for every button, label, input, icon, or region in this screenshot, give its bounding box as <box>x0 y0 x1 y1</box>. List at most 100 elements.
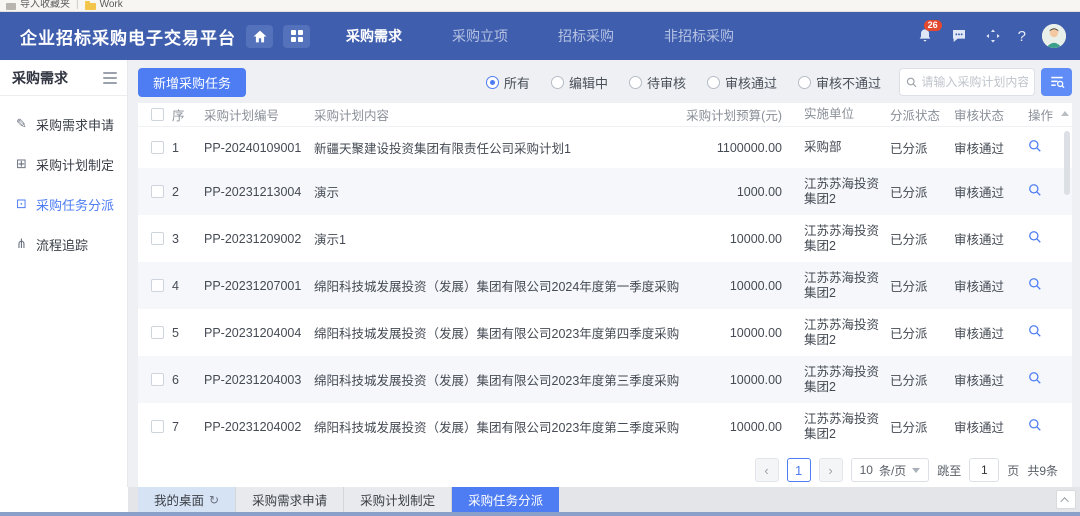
dispatch-screen-icon: ⊡ <box>14 196 29 212</box>
advanced-search-button[interactable] <box>1041 68 1072 96</box>
magnifier-icon <box>1028 230 1042 244</box>
help-button[interactable]: ? <box>1018 28 1026 45</box>
row-budget: 10000.00 <box>684 373 790 387</box>
row-checkbox[interactable] <box>151 326 164 339</box>
view-detail-button[interactable] <box>1028 418 1042 432</box>
row-plan-code: PP-20231204002 <box>204 420 314 434</box>
user-avatar[interactable] <box>1042 24 1066 48</box>
select-all-checkbox[interactable] <box>151 108 164 121</box>
messages-button[interactable] <box>950 27 968 45</box>
row-unit: 江苏苏海投资集团2 <box>804 177 890 207</box>
fullscreen-button[interactable] <box>984 27 1002 45</box>
view-detail-button[interactable] <box>1028 183 1042 197</box>
refresh-icon[interactable]: ↻ <box>209 493 219 507</box>
browser-bookmarks-bar: 导入收藏夹 | Work <box>0 0 1080 12</box>
menu-collapse-icon[interactable] <box>103 72 117 84</box>
apps-menu-button[interactable] <box>283 25 310 48</box>
row-plan-code: PP-20231209002 <box>204 232 314 246</box>
procurement-table: 序 采购计划编号 采购计划内容 采购计划预算(元) 实施单位 分派状态 审核状态… <box>138 103 1072 487</box>
top-nav-item[interactable]: 招标采购 <box>558 26 614 46</box>
sidebar-title: 采购需求 <box>12 68 68 88</box>
table-row[interactable]: 1 PP-20240109001 新疆天聚建设投资集团有限责任公司采购计划1 1… <box>138 127 1072 168</box>
col-plan-content: 采购计划内容 <box>314 105 684 124</box>
row-dispatch-status: 已分派 <box>890 323 954 342</box>
top-nav-item[interactable]: 非招标采购 <box>664 26 734 46</box>
row-checkbox[interactable] <box>151 279 164 292</box>
row-checkbox[interactable] <box>151 185 164 198</box>
bottom-tab[interactable]: 采购需求申请 <box>236 487 344 512</box>
row-audit-status: 审核通过 <box>954 138 1028 157</box>
top-nav: 企业招标采购电子交易平台 采购需求采购立项招标采购非招标采购 26 <box>0 12 1080 60</box>
top-nav-item[interactable]: 采购立项 <box>452 26 508 46</box>
collapse-tabbar-button[interactable] <box>1056 490 1076 509</box>
col-plan-code: 采购计划编号 <box>204 105 314 124</box>
status-radio[interactable]: 待审核 <box>629 73 686 92</box>
list-search-icon <box>1049 75 1065 89</box>
view-detail-button[interactable] <box>1028 277 1042 291</box>
row-dispatch-status: 已分派 <box>890 276 954 295</box>
row-plan-content: 绵阳科技城发展投资（发展）集团有限公司2024年度第一季度采购 <box>314 276 684 295</box>
table-row[interactable]: 6 PP-20231204003 绵阳科技城发展投资（发展）集团有限公司2023… <box>138 356 1072 403</box>
row-plan-code: PP-20231207001 <box>204 279 314 293</box>
sidebar-item[interactable]: ⋔ 流程追踪 <box>0 224 127 264</box>
status-radio[interactable]: 所有 <box>486 73 530 92</box>
jump-page-input[interactable] <box>969 458 999 482</box>
page-size-select[interactable]: 10 条/页 <box>851 458 930 482</box>
row-checkbox[interactable] <box>151 141 164 154</box>
magnifier-icon <box>1028 277 1042 291</box>
sidebar-item[interactable]: ⊞ 采购计划制定 <box>0 144 127 184</box>
table-row[interactable]: 2 PP-20231213004 演示 1000.00 江苏苏海投资集团2 已分… <box>138 168 1072 215</box>
row-seq: 2 <box>172 185 204 199</box>
sidebar-item[interactable]: ✎ 采购需求申请 <box>0 104 127 144</box>
bookmark-import[interactable]: 导入收藏夹 <box>6 0 70 10</box>
table-row[interactable]: 7 PP-20231204002 绵阳科技城发展投资（发展）集团有限公司2023… <box>138 403 1072 450</box>
row-plan-code: PP-20240109001 <box>204 141 314 155</box>
bookmark-folder-work[interactable]: Work <box>85 0 123 10</box>
home-button[interactable] <box>246 25 273 48</box>
row-plan-content: 演示1 <box>314 229 684 248</box>
col-unit: 实施单位 <box>804 107 890 122</box>
view-detail-button[interactable] <box>1028 371 1042 385</box>
expand-arrows-icon <box>985 28 1001 44</box>
view-detail-button[interactable] <box>1028 139 1042 153</box>
row-plan-content: 绵阳科技城发展投资（发展）集团有限公司2023年度第四季度采购 <box>314 323 684 342</box>
table-row[interactable]: 3 PP-20231209002 演示1 10000.00 江苏苏海投资集团2 … <box>138 215 1072 262</box>
bottom-tab[interactable]: 采购任务分派 <box>452 487 559 512</box>
scrollbar-thumb[interactable] <box>1064 131 1070 195</box>
home-icon <box>253 30 267 43</box>
bottom-tab[interactable]: 我的桌面 ↻ <box>138 487 236 512</box>
table-row[interactable]: 4 PP-20231207001 绵阳科技城发展投资（发展）集团有限公司2024… <box>138 262 1072 309</box>
row-checkbox[interactable] <box>151 420 164 433</box>
bottom-tab[interactable]: 采购计划制定 <box>344 487 452 512</box>
top-nav-item[interactable]: 采购需求 <box>346 26 402 46</box>
row-unit: 江苏苏海投资集团2 <box>804 224 890 254</box>
row-budget: 1100000.00 <box>684 141 790 155</box>
table-row[interactable]: 5 PP-20231204004 绵阳科技城发展投资（发展）集团有限公司2023… <box>138 309 1072 356</box>
row-audit-status: 审核通过 <box>954 182 1028 201</box>
magnifier-icon <box>1028 139 1042 153</box>
view-detail-button[interactable] <box>1028 324 1042 338</box>
col-dispatch-status: 分派状态 <box>890 105 954 124</box>
notifications-button[interactable]: 26 <box>916 27 934 45</box>
magnifier-icon <box>1028 183 1042 197</box>
row-plan-content: 演示 <box>314 182 684 201</box>
sidebar-item[interactable]: ⊡ 采购任务分派 <box>0 184 127 224</box>
next-page-button[interactable]: › <box>819 458 843 482</box>
status-radio[interactable]: 审核通过 <box>707 73 777 92</box>
scrollbar-up-arrow[interactable] <box>1061 111 1069 116</box>
add-task-button[interactable]: 新增采购任务 <box>138 68 246 97</box>
row-checkbox[interactable] <box>151 232 164 245</box>
status-radio[interactable]: 编辑中 <box>551 73 608 92</box>
row-budget: 10000.00 <box>684 232 790 246</box>
sidebar-menu: ✎ 采购需求申请 ⊞ 采购计划制定 ⊡ 采购任务分派 ⋔ 流程追踪 <box>0 96 127 264</box>
row-checkbox[interactable] <box>151 373 164 386</box>
row-seq: 5 <box>172 326 204 340</box>
view-detail-button[interactable] <box>1028 230 1042 244</box>
search-input[interactable] <box>921 75 1028 89</box>
row-seq: 1 <box>172 141 204 155</box>
current-page-button[interactable]: 1 <box>787 458 811 482</box>
status-radio[interactable]: 审核不通过 <box>798 73 881 92</box>
radio-icon <box>551 76 564 89</box>
prev-page-button[interactable]: ‹ <box>755 458 779 482</box>
radio-icon <box>707 76 720 89</box>
